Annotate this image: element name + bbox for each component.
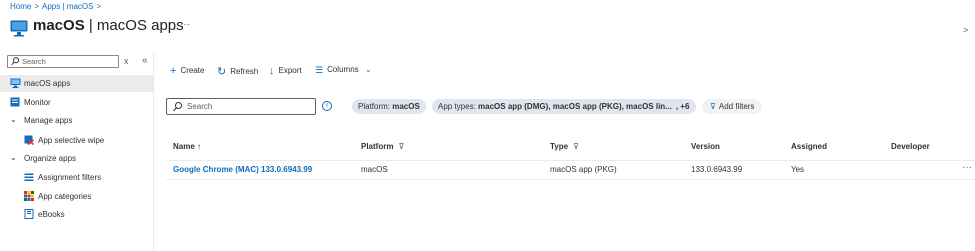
column-header-name[interactable]: Name ↑: [173, 142, 201, 151]
chevron-down-icon: ⌄: [10, 153, 17, 162]
search-icon: [173, 102, 182, 114]
download-icon: ↓: [269, 65, 275, 77]
refresh-icon: ↻: [217, 66, 227, 78]
sidebar-group-manage-apps[interactable]: ⌄ Manage apps: [0, 112, 153, 129]
table-divider: [166, 179, 975, 180]
add-filters-button[interactable]: ⊽ Add filters: [702, 99, 763, 114]
sidebar-divider: [153, 52, 154, 251]
monitor-app-icon: [10, 78, 21, 88]
chevron-right-icon[interactable]: >: [963, 25, 968, 35]
column-header-developer[interactable]: Developer: [891, 142, 930, 151]
wipe-icon: [24, 135, 34, 146]
table-divider: [166, 160, 975, 161]
sidebar-item-ebooks[interactable]: eBooks: [0, 206, 153, 223]
chevron-down-icon: ⌄: [364, 65, 372, 74]
row-platform: macOS: [361, 165, 388, 174]
book-icon: [24, 209, 34, 219]
search-icon: [11, 57, 19, 68]
page-title: macOS | macOS apps: [33, 17, 184, 34]
columns-icon: ☰: [315, 65, 324, 75]
sidebar-item-assignment-filters[interactable]: Assignment filters: [0, 169, 153, 186]
sidebar-item-monitor[interactable]: Monitor: [0, 94, 153, 111]
breadcrumb-home[interactable]: Home: [10, 2, 31, 11]
sidebar-item-app-categories[interactable]: App categories: [0, 188, 153, 205]
row-assigned: Yes: [791, 165, 805, 174]
breadcrumb-apps-macos[interactable]: Apps | macOS: [42, 2, 93, 11]
search-input[interactable]: Search: [166, 98, 316, 115]
column-header-platform[interactable]: Platform ⊽: [361, 142, 404, 151]
filter-icon[interactable]: ⊽: [398, 142, 404, 151]
row-more-button[interactable]: ···: [962, 162, 972, 173]
filter-icon: ⊽: [710, 102, 716, 111]
filter-icon[interactable]: ⊽: [573, 142, 579, 151]
row-version: 133.0.6943.99: [691, 165, 743, 174]
collapse-sidebar-button[interactable]: «: [142, 55, 148, 66]
breadcrumb: Home > Apps | macOS >: [10, 2, 102, 11]
chevron-down-icon: ⌄: [10, 115, 17, 124]
create-button[interactable]: + Create: [170, 64, 204, 77]
filter-list-icon: [24, 172, 34, 182]
clear-search-button[interactable]: x: [124, 56, 129, 66]
columns-button[interactable]: ☰ Columns ⌄: [315, 64, 372, 75]
macos-monitor-icon: [10, 20, 28, 37]
column-header-type[interactable]: Type ⊽: [550, 142, 579, 151]
grid-icon: [24, 191, 34, 201]
platform-filter-pill[interactable]: Platform: macOS: [352, 99, 426, 114]
monitor-icon: [10, 97, 20, 107]
row-type: macOS app (PKG): [550, 165, 617, 174]
refresh-button[interactable]: ↻ Refresh: [217, 64, 258, 78]
info-icon[interactable]: i: [322, 101, 332, 111]
column-header-assigned[interactable]: Assigned: [791, 142, 827, 151]
sidebar-item-app-selective-wipe[interactable]: App selective wipe: [0, 132, 153, 149]
app-types-filter-pill[interactable]: App types: macOS app (DMG), macOS app (P…: [432, 99, 696, 114]
sidebar-search-input[interactable]: Search: [7, 55, 119, 68]
plus-icon: +: [170, 65, 177, 77]
sidebar-group-organize-apps[interactable]: ⌄ Organize apps: [0, 150, 153, 167]
export-button[interactable]: ↓ Export: [269, 64, 302, 77]
sidebar-item-macos-apps[interactable]: macOS apps: [0, 75, 153, 92]
more-options-button[interactable]: ···: [180, 19, 190, 30]
column-header-version[interactable]: Version: [691, 142, 720, 151]
app-name-link[interactable]: Google Chrome (MAC) 133.0.6943.99: [173, 165, 312, 174]
